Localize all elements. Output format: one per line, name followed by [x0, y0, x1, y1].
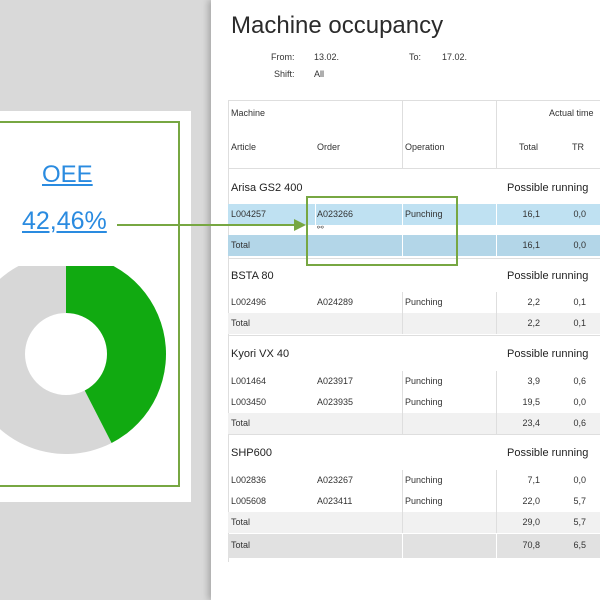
- cell-article: L001464: [231, 376, 267, 386]
- to-label: To:: [409, 52, 422, 62]
- cell-article: L003450: [231, 397, 267, 407]
- shift-value: All: [314, 69, 325, 79]
- header-divider: [402, 100, 403, 168]
- total-label: Total: [231, 318, 251, 328]
- total-tr: 0,6: [573, 418, 586, 428]
- total-value: 2,2: [527, 318, 540, 328]
- total-value: 23,4: [522, 418, 540, 428]
- from-label: From:: [271, 52, 295, 62]
- cell-total: 16,1: [522, 209, 540, 219]
- cell-total: 7,1: [527, 475, 540, 485]
- column-header-tr[interactable]: TR: [572, 142, 584, 152]
- cell-order[interactable]: A023935: [317, 397, 353, 407]
- total-value: 29,0: [522, 517, 540, 527]
- table-row[interactable]: L002496 A024289 Punching 2,2 0,1: [228, 292, 600, 313]
- machine-group-title[interactable]: SHP600: [231, 447, 272, 459]
- table-row[interactable]: L001464 A023917 Punching 3,9 0,6: [228, 371, 600, 392]
- total-label: Total: [231, 240, 251, 250]
- to-value: 17.02.: [442, 52, 468, 62]
- cell-operation: Punching: [405, 496, 443, 506]
- cell-order[interactable]: A023267: [317, 475, 353, 485]
- machine-group-title[interactable]: Arisa GS2 400: [231, 182, 303, 194]
- grand-total-row: Total 70,8 6,5: [228, 534, 600, 558]
- machine-group-title[interactable]: Kyori VX 40: [231, 348, 289, 360]
- cell-operation: Punching: [405, 397, 443, 407]
- oee-value-link[interactable]: 42,46%: [22, 207, 107, 236]
- cell-operation: Punching: [405, 376, 443, 386]
- machine-group-status: Possible running: [507, 348, 589, 360]
- total-value: 16,1: [522, 240, 540, 250]
- table-header-top-border: [228, 100, 600, 101]
- donut-hole: [25, 313, 107, 395]
- grand-total-label: Total: [231, 540, 251, 550]
- cell-operation: Punching: [405, 297, 443, 307]
- machine-group-status: Possible running: [507, 447, 589, 459]
- cell-article: L004257: [231, 209, 267, 219]
- report-title: Machine occupancy: [231, 12, 444, 39]
- cell-total: 19,5: [522, 397, 540, 407]
- cell-total: 22,0: [522, 496, 540, 506]
- group-total-row: Total 23,4 0,6: [228, 413, 600, 434]
- column-header-operation[interactable]: Operation: [405, 142, 445, 152]
- cell-tr: 0,0: [573, 209, 586, 219]
- cell-tr: 0,6: [573, 376, 586, 386]
- cell-tr: 5,7: [573, 496, 586, 506]
- column-header-actual-time[interactable]: Actual time: [549, 108, 594, 118]
- occupancy-table: Machine Actual time Article Order Operat…: [228, 100, 600, 562]
- grand-total-value: 70,8: [522, 540, 540, 550]
- group-separator: [228, 434, 600, 435]
- cell-order[interactable]: A024289: [317, 297, 353, 307]
- cell-article: L005608: [231, 496, 267, 506]
- cell-order[interactable]: A023917: [317, 376, 353, 386]
- column-header-order[interactable]: Order: [317, 142, 340, 152]
- column-header-total[interactable]: Total: [519, 142, 538, 152]
- oee-link[interactable]: OEE: [42, 161, 93, 189]
- cell-article: L002496: [231, 297, 267, 307]
- cell-order[interactable]: A023411: [317, 496, 352, 506]
- group-separator: [228, 335, 600, 336]
- group-total-row: Total 29,0 5,7: [228, 512, 600, 533]
- cell-total: 2,2: [527, 297, 540, 307]
- table-row[interactable]: L002836 A023267 Punching 7,1 0,0: [228, 470, 600, 491]
- header-divider: [496, 100, 497, 168]
- order-highlight-box: [306, 196, 458, 266]
- machine-group-status: Possible running: [507, 182, 589, 194]
- total-label: Total: [231, 517, 251, 527]
- column-header-article[interactable]: Article: [231, 142, 256, 152]
- cell-tr: 0,0: [573, 475, 586, 485]
- machine-group-status: Possible running: [507, 270, 589, 282]
- total-tr: 5,7: [573, 517, 586, 527]
- cell-total: 3,9: [527, 376, 540, 386]
- shift-label: Shift:: [274, 69, 295, 79]
- cell-operation: Punching: [405, 475, 443, 485]
- cell-tr: 0,1: [573, 297, 586, 307]
- table-row[interactable]: L003450 A023935 Punching 19,5 0,0: [228, 392, 600, 413]
- oee-card: OEE 42,46%: [0, 111, 191, 502]
- oee-donut-chart: [0, 266, 166, 454]
- cell-tr: 0,0: [573, 397, 586, 407]
- total-label: Total: [231, 418, 251, 428]
- machine-occupancy-report: Machine occupancy From: 13.02. To: 17.02…: [211, 0, 600, 600]
- table-row[interactable]: L005608 A023411 Punching 22,0 5,7: [228, 491, 600, 512]
- total-tr: 0,1: [573, 318, 586, 328]
- group-total-row: Total 2,2 0,1: [228, 313, 600, 334]
- grand-total-tr: 6,5: [573, 540, 586, 550]
- machine-group-title[interactable]: BSTA 80: [231, 270, 274, 282]
- cell-article: L002836: [231, 475, 267, 485]
- total-tr: 0,0: [573, 240, 586, 250]
- column-header-machine[interactable]: Machine: [231, 108, 265, 118]
- from-value: 13.02.: [314, 52, 340, 62]
- table-header-bottom-border: [228, 168, 600, 169]
